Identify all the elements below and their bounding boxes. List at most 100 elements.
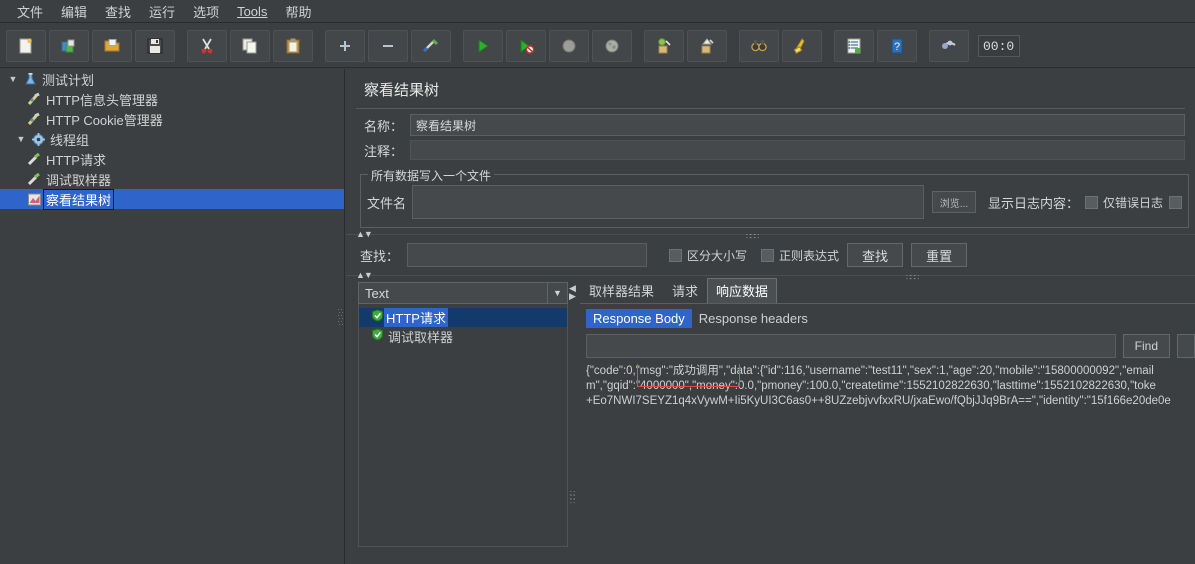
groupbox-title: 所有数据写入一个文件 — [368, 167, 495, 184]
start-no-timers-button[interactable] — [506, 29, 546, 62]
templates-button[interactable] — [49, 29, 89, 62]
menu-item-file[interactable]: 文件 — [8, 0, 52, 23]
clear-button[interactable] — [644, 29, 684, 62]
stop-icon — [562, 39, 576, 52]
successes-only-checkbox[interactable] — [1169, 195, 1182, 209]
expand-all-button[interactable] — [325, 29, 365, 62]
tree-node-http-request[interactable]: HTTP请求 — [0, 149, 344, 169]
divider-line — [346, 234, 1195, 235]
results-area: Text ▼ HTTP请求 调试取样器 ◀ ▶ ∷ ∷ ∷ 取样器结果 请求 响… — [346, 278, 1195, 547]
find-input[interactable] — [586, 334, 1116, 358]
menu-item-search[interactable]: 查找 — [96, 0, 140, 23]
menu-item-help[interactable]: 帮助 — [276, 0, 320, 23]
tree-node-http-header-manager[interactable]: HTTP信息头管理器 — [0, 89, 344, 109]
chevron-down-icon[interactable]: ▼ — [6, 74, 20, 84]
clear-all-button[interactable] — [687, 29, 727, 62]
view-results-tree-panel: 察看结果树 名称： 注释： 所有数据写入一个文件 文件名 浏览... 显示日志内… — [346, 69, 1195, 564]
split-divider-middle[interactable]: ▲▼ ∷∷∷ — [346, 270, 1195, 282]
split-grip-icon[interactable]: ∷∷∷ — [570, 490, 575, 506]
search-find-button[interactable]: 查找 — [847, 243, 904, 267]
menu-item-edit[interactable]: 编辑 — [52, 0, 96, 23]
menu-item-tools[interactable]: Tools — [228, 2, 276, 21]
paste-button[interactable] — [273, 29, 313, 62]
sampler-results-tree[interactable]: HTTP请求 调试取样器 — [358, 304, 568, 547]
chevron-down-icon[interactable]: ▼ — [14, 134, 28, 144]
stop-button[interactable] — [549, 29, 589, 62]
toggle-button[interactable] — [411, 29, 451, 62]
split-collapse-arrows-icon[interactable]: ▲▼ — [356, 270, 373, 280]
tab-request[interactable]: 请求 — [663, 278, 707, 304]
tree-node-view-results-tree[interactable]: 察看结果树 — [0, 188, 344, 210]
view-results-tree-icon — [24, 190, 44, 208]
collapse-all-button[interactable] — [368, 29, 408, 62]
test-plan-tree-panel[interactable]: ▼ 测试计划 HTTP信息头管理器 HTTP Cookie管理器 ▼ 线程组 H… — [0, 69, 345, 564]
tree-label: 察看结果树 — [43, 188, 115, 210]
result-label: 调试取样器 — [388, 330, 454, 345]
menu-item-options[interactable]: 选项 — [184, 0, 228, 23]
response-subtabs: Response Body Response headers — [580, 304, 1195, 332]
search-reset-button[interactable]: 重置 — [911, 243, 968, 267]
split-divider-vertical[interactable]: ◀ ▶ ∷ ∷ ∷ — [568, 282, 580, 547]
chevron-down-icon[interactable]: ▼ — [547, 283, 567, 303]
result-row-http-request[interactable]: HTTP请求 — [359, 308, 567, 327]
toolbar: ? 00:0 — [0, 24, 1195, 68]
tab-response-data[interactable]: 响应数据 — [707, 278, 778, 304]
cut-icon — [201, 38, 213, 53]
cut-button[interactable] — [187, 29, 227, 62]
renderer-select[interactable]: Text ▼ — [358, 282, 568, 304]
subtab-response-body[interactable]: Response Body — [586, 309, 692, 328]
play-icon — [478, 38, 489, 53]
menu-bar: 文件 编辑 查找 运行 选项 Tools 帮助 — [0, 0, 1195, 23]
errors-only-label: 仅错误日志 — [1102, 195, 1163, 210]
open-button[interactable] — [92, 29, 132, 62]
search-reset-button[interactable] — [782, 29, 822, 62]
plus-icon — [340, 40, 350, 51]
find-options-button[interactable] — [1177, 334, 1195, 358]
subtab-response-headers[interactable]: Response headers — [692, 309, 815, 328]
regexp-checkbox[interactable] — [761, 248, 775, 262]
split-grip-icon[interactable]: ∷∷∷ — [746, 232, 759, 241]
split-collapse-arrows-icon[interactable]: ▲▼ — [356, 229, 373, 239]
copy-button[interactable] — [230, 29, 270, 62]
name-input[interactable] — [410, 114, 1185, 136]
tree-label: HTTP Cookie管理器 — [46, 112, 163, 128]
help-button[interactable]: ? — [877, 29, 917, 62]
name-label: 名称： — [364, 118, 404, 134]
menu-item-run[interactable]: 运行 — [140, 0, 184, 23]
clear-icon — [658, 37, 671, 53]
new-button[interactable] — [6, 29, 46, 62]
tree-node-test-plan[interactable]: ▼ 测试计划 — [0, 69, 344, 89]
result-row-debug-sampler[interactable]: 调试取样器 — [359, 327, 567, 346]
split-divider-top[interactable]: ▲▼ ∷∷∷ — [346, 229, 1195, 241]
split-grip-icon[interactable]: ∷∷∷ — [906, 273, 919, 282]
filename-input[interactable] — [412, 185, 924, 219]
save-button[interactable] — [135, 29, 175, 62]
undo-button[interactable] — [929, 29, 969, 62]
search-input[interactable] — [407, 243, 648, 267]
case-sensitive-checkbox[interactable] — [669, 248, 683, 262]
start-button[interactable] — [463, 29, 503, 62]
browse-button[interactable]: 浏览... — [931, 191, 976, 213]
binoculars-icon — [751, 39, 767, 51]
response-line: +Eo7NWI7SEYZ1q4xVywM+Ii5KyUI3C6as0++8UZz… — [586, 395, 1171, 407]
tree-node-http-cookie-manager[interactable]: HTTP Cookie管理器 — [0, 109, 344, 129]
tree-node-thread-group[interactable]: ▼ 线程组 — [0, 129, 344, 149]
errors-only-checkbox[interactable] — [1084, 195, 1098, 209]
shutdown-button[interactable] — [592, 29, 632, 62]
comment-input[interactable] — [410, 140, 1185, 160]
split-collapse-arrows-icon[interactable]: ◀ ▶ — [569, 284, 576, 301]
comment-row: 注释： — [346, 136, 1195, 160]
tab-sampler-result[interactable]: 取样器结果 — [580, 278, 663, 304]
search-row: 查找： 区分大小写 正则表达式 查找 重置 — [346, 239, 1195, 267]
elapsed-timer: 00:0 — [978, 34, 1020, 57]
tree-node-debug-sampler[interactable]: 调试取样器 — [0, 169, 344, 189]
header-manager-icon — [24, 90, 44, 108]
tree-scrollbar-grip[interactable] — [336, 289, 344, 349]
success-shield-icon — [371, 327, 384, 346]
response-line: {"code":0,"msg":"成功调用","data":{"id":116,… — [586, 365, 1154, 377]
find-button[interactable]: Find — [1122, 334, 1170, 358]
http-request-icon — [24, 150, 44, 168]
response-body-text[interactable]: {"code":0,"msg":"成功调用","data":{"id":116,… — [586, 364, 1195, 547]
function-helper-button[interactable] — [834, 29, 874, 62]
search-button[interactable] — [739, 29, 779, 62]
